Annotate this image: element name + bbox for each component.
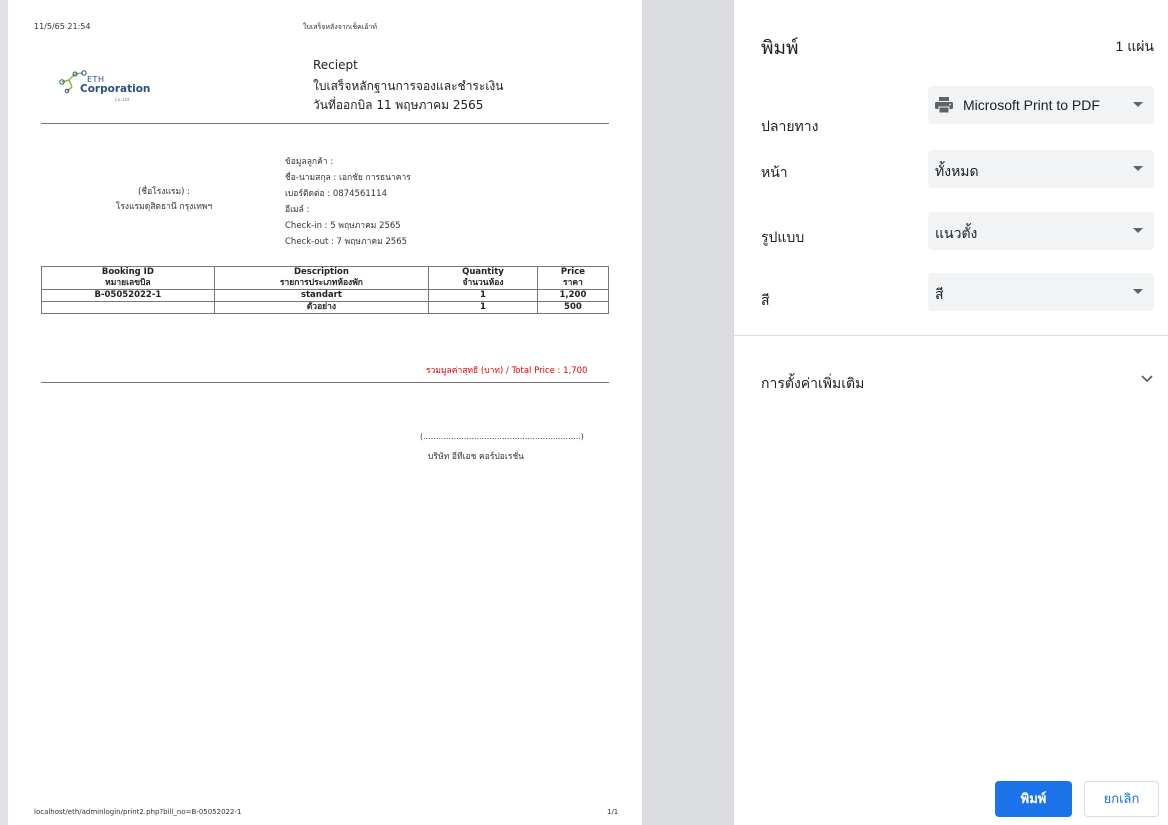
chevron-down-icon bbox=[1133, 102, 1143, 107]
total-divider bbox=[41, 382, 609, 383]
table-row: B-05052022-1 standart 1 1,200 bbox=[41, 289, 610, 302]
page-footer-url: localhost/eth/adminlogin/print2.php?bill… bbox=[34, 808, 242, 816]
page-header-title: ใบเสร็จหลังจากเช็คเอ้าท์ bbox=[303, 23, 377, 31]
destination-select[interactable]: Microsoft Print to PDF bbox=[928, 86, 1154, 124]
settings-divider bbox=[734, 335, 1168, 336]
table-header-row: Booking ID หมายเลขบิล Description รายการปร… bbox=[41, 266, 610, 290]
signature-company: บริษัท อีทีเอช คอร์ปอเรชั่น bbox=[428, 452, 524, 462]
color-value: สี bbox=[935, 286, 944, 302]
cell-description: standart bbox=[213, 289, 430, 302]
destination-value: Microsoft Print to PDF bbox=[963, 97, 1100, 113]
customer-phone: เบอร์ติดต่อ : 0874561114 bbox=[285, 189, 387, 199]
print-title: พิมพ์ bbox=[761, 37, 799, 59]
layout-label: รูปแบบ bbox=[761, 229, 805, 245]
table-header-cell: Price ราคา bbox=[536, 266, 610, 290]
print-preview-area: 11/5/65 21:54 ใบเสร็จหลังจากเช็คเอ้าท์ E… bbox=[0, 0, 642, 825]
customer-checkout: Check-out : 7 พฤษภาคม 2565 bbox=[285, 237, 408, 247]
chevron-down-icon[interactable] bbox=[1141, 374, 1153, 384]
cancel-button[interactable]: ยกเลิก bbox=[1084, 781, 1159, 817]
logo-text-cotld: Co.,Ltd. bbox=[115, 97, 131, 102]
print-settings-panel: พิมพ์ 1 แผ่น ปลายทาง Microsoft Print to … bbox=[734, 0, 1168, 825]
header-price-th: ราคา bbox=[563, 278, 583, 288]
signature-line: (.......................................… bbox=[420, 432, 584, 441]
total-price: รวมมูลค่าสุทธิ (บาท) / Total Price : 1,7… bbox=[426, 366, 588, 376]
hotel-label: (ชื่อโรงแรม) : bbox=[137, 187, 190, 197]
table-header-cell: Description รายการประเภทห้องพัก bbox=[213, 266, 430, 290]
color-select[interactable]: สี bbox=[928, 273, 1154, 311]
more-settings-toggle[interactable]: การตั้งค่าเพิ่มเติม bbox=[761, 373, 864, 395]
cell-description: ตัวอย่าง bbox=[213, 301, 430, 314]
company-logo: ETH Corporation Co.,Ltd. bbox=[58, 64, 158, 104]
layout-select[interactable]: แนวตั้ง bbox=[928, 212, 1154, 250]
cell-price: 500 bbox=[536, 301, 610, 314]
preview-scroll-gutter bbox=[642, 0, 734, 825]
destination-label: ปลายทาง bbox=[761, 118, 819, 134]
table-header-cell: Booking ID หมายเลขบิล bbox=[41, 266, 215, 290]
table-header-cell: Quantity จำนวนห้อง bbox=[428, 266, 538, 290]
color-label: สี bbox=[761, 292, 770, 308]
pages-value: ทั้งหมด bbox=[935, 163, 979, 179]
pages-label: หน้า bbox=[761, 164, 788, 180]
header-quantity-th: จำนวนห้อง bbox=[462, 278, 504, 288]
customer-email: อีเมล์ : bbox=[285, 205, 310, 215]
cell-booking-id bbox=[41, 301, 215, 314]
customer-checkin: Check-in : 5 พฤษภาคม 2565 bbox=[285, 221, 401, 231]
hotel-name: โรงแรมดุสิตธานี กรุงเทพฯ bbox=[115, 202, 213, 212]
header-description-en: Description bbox=[293, 267, 349, 277]
chevron-down-icon bbox=[1133, 228, 1143, 233]
cell-quantity: 1 bbox=[428, 301, 538, 314]
printer-icon bbox=[935, 97, 953, 113]
receipt-subtitle: ใบเสร็จหลักฐานการจองและชำระเงิน bbox=[313, 79, 504, 93]
customer-heading: ข้อมูลลูกค้า : bbox=[285, 157, 334, 167]
page-header-date: 11/5/65 21:54 bbox=[34, 22, 91, 31]
preview-page: 11/5/65 21:54 ใบเสร็จหลังจากเช็คเอ้าท์ E… bbox=[8, 0, 634, 825]
pages-select[interactable]: ทั้งหมด bbox=[928, 150, 1154, 188]
layout-value: แนวตั้ง bbox=[935, 225, 978, 241]
header-booking-id-th: หมายเลขบิล bbox=[105, 278, 151, 288]
preview-left-edge bbox=[0, 0, 8, 825]
booking-table: Booking ID หมายเลขบิล Description รายการปร… bbox=[41, 266, 610, 314]
header-price-en: Price bbox=[560, 267, 585, 277]
header-description-th: รายการประเภทห้องพัก bbox=[279, 278, 363, 288]
page-footer-number: 1/1 bbox=[607, 808, 619, 816]
sheet-count: 1 แผ่น bbox=[1115, 38, 1154, 54]
receipt-issue-date: วันที่ออกบิล 11 พฤษภาคม 2565 bbox=[313, 98, 484, 112]
header-booking-id-en: Booking ID bbox=[101, 267, 154, 277]
customer-name: ชื่อ-นามสกุล : เอกชัย การธนาคาร bbox=[285, 173, 411, 183]
receipt-heading: Reciept bbox=[313, 58, 358, 72]
header-divider bbox=[41, 123, 609, 124]
chevron-down-icon bbox=[1133, 289, 1143, 294]
header-quantity-en: Quantity bbox=[462, 267, 504, 277]
cell-price: 1,200 bbox=[536, 289, 610, 302]
cell-quantity: 1 bbox=[428, 289, 538, 302]
chevron-down-icon bbox=[1133, 166, 1143, 171]
cell-booking-id: B-05052022-1 bbox=[41, 289, 215, 302]
logo-text-corporation: Corporation bbox=[80, 83, 151, 95]
table-row: ตัวอย่าง 1 500 bbox=[41, 301, 610, 314]
print-button[interactable]: พิมพ์ bbox=[995, 781, 1072, 817]
